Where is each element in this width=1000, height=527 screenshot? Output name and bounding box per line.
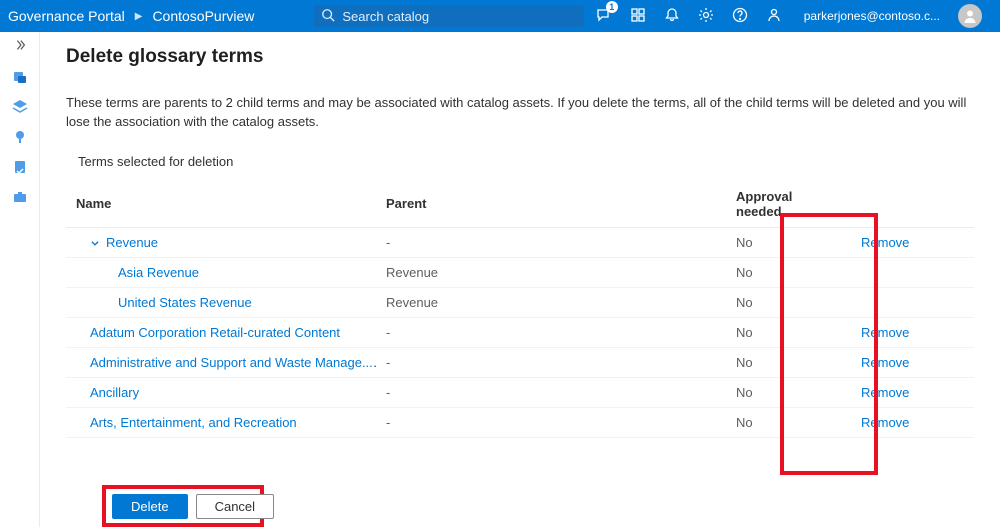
approval-cell: No (726, 377, 851, 407)
approval-cell: No (726, 347, 851, 377)
search-input[interactable] (314, 5, 584, 27)
rail-item-catalog[interactable] (12, 99, 28, 115)
rail-item-policy[interactable] (12, 159, 28, 175)
term-name-text: Arts, Entertainment, and Recreation (90, 415, 297, 430)
portal-name[interactable]: Governance Portal (8, 8, 125, 24)
term-name-link[interactable]: Administrative and Support and Waste Man… (76, 355, 373, 370)
term-name-text: United States Revenue (118, 295, 252, 310)
col-header-name[interactable]: Name (66, 181, 376, 228)
table-row: Administrative and Support and Waste Man… (66, 347, 974, 377)
term-name-link[interactable]: Adatum Corporation Retail-curated Conten… (76, 325, 340, 340)
table-row: Revenue -No Remove (66, 227, 974, 257)
parent-cell: - (376, 317, 726, 347)
approval-cell: No (726, 317, 851, 347)
rail-item-management[interactable] (12, 189, 28, 205)
term-name-text: Ancillary (90, 385, 139, 400)
col-header-approval[interactable]: Approval needed (726, 181, 851, 228)
remove-link[interactable]: Remove (861, 385, 909, 400)
chevron-down-icon[interactable] (90, 236, 100, 251)
table-row: United States Revenue RevenueNo (66, 287, 974, 317)
table-row: Ancillary -No Remove (66, 377, 974, 407)
col-header-parent[interactable]: Parent (376, 181, 726, 228)
approval-cell: No (726, 227, 851, 257)
parent-cell: - (376, 377, 726, 407)
left-rail (0, 32, 40, 527)
term-name-link[interactable]: Arts, Entertainment, and Recreation (76, 415, 297, 430)
term-name-link[interactable]: United States Revenue (76, 295, 252, 310)
user-email[interactable]: parkerjones@contoso.c... (804, 9, 940, 23)
rail-item-sources[interactable] (12, 69, 28, 85)
search-icon (321, 8, 335, 25)
feedback-icon[interactable] (766, 7, 782, 26)
term-name-link[interactable]: Asia Revenue (76, 265, 199, 280)
gear-icon[interactable] (698, 7, 714, 26)
grid-icon[interactable] (630, 7, 646, 26)
intro-text: These terms are parents to 2 child terms… (66, 94, 974, 132)
term-name-text: Asia Revenue (118, 265, 199, 280)
main-content: Delete glossary terms These terms are pa… (40, 32, 1000, 527)
terms-table: Name Parent Approval needed Revenue-NoRe… (66, 181, 974, 438)
table-row: Adatum Corporation Retail-curated Conten… (66, 317, 974, 347)
chat-icon[interactable]: 1 (596, 7, 612, 26)
page-title: Delete glossary terms (66, 46, 974, 68)
workspace-name[interactable]: ContosoPurview (152, 8, 254, 24)
approval-cell: No (726, 257, 851, 287)
help-icon[interactable] (732, 7, 748, 26)
rail-item-insights[interactable] (12, 129, 28, 145)
table-header-row: Name Parent Approval needed (66, 181, 974, 228)
term-name-link[interactable]: Revenue (76, 235, 158, 250)
remove-link[interactable]: Remove (861, 415, 909, 430)
parent-cell: Revenue (376, 287, 726, 317)
header-icons: 1 parkerjones@contoso.c... (596, 4, 982, 28)
parent-cell: - (376, 407, 726, 437)
cancel-button[interactable]: Cancel (196, 494, 274, 519)
footer-actions: Delete Cancel (112, 494, 274, 519)
term-name-link[interactable]: Ancillary (76, 385, 139, 400)
term-name-text: Adatum Corporation Retail-curated Conten… (90, 325, 340, 340)
term-name-text: Revenue (106, 235, 158, 250)
bell-icon[interactable] (664, 7, 680, 26)
table-row: Arts, Entertainment, and Recreation -No Re… (66, 407, 974, 437)
search-wrap (314, 5, 584, 27)
approval-cell: No (726, 407, 851, 437)
breadcrumb-separator: ▶ (135, 11, 143, 22)
top-bar: Governance Portal ▶ ContosoPurview 1 par… (0, 0, 1000, 32)
parent-cell: Revenue (376, 257, 726, 287)
section-subhead: Terms selected for deletion (66, 154, 974, 169)
remove-link[interactable]: Remove (861, 325, 909, 340)
approval-cell: No (726, 287, 851, 317)
avatar[interactable] (958, 4, 982, 28)
parent-cell: - (376, 227, 726, 257)
parent-cell: - (376, 347, 726, 377)
remove-link[interactable]: Remove (861, 235, 909, 250)
remove-link[interactable]: Remove (861, 355, 909, 370)
table-row: Asia Revenue RevenueNo (66, 257, 974, 287)
col-header-remove (851, 181, 974, 228)
expand-rail-icon[interactable] (13, 38, 27, 55)
term-name-text: Administrative and Support and Waste Man… (90, 355, 373, 370)
breadcrumb: Governance Portal ▶ ContosoPurview (8, 8, 254, 24)
notification-badge: 1 (606, 1, 618, 13)
delete-button[interactable]: Delete (112, 494, 188, 519)
